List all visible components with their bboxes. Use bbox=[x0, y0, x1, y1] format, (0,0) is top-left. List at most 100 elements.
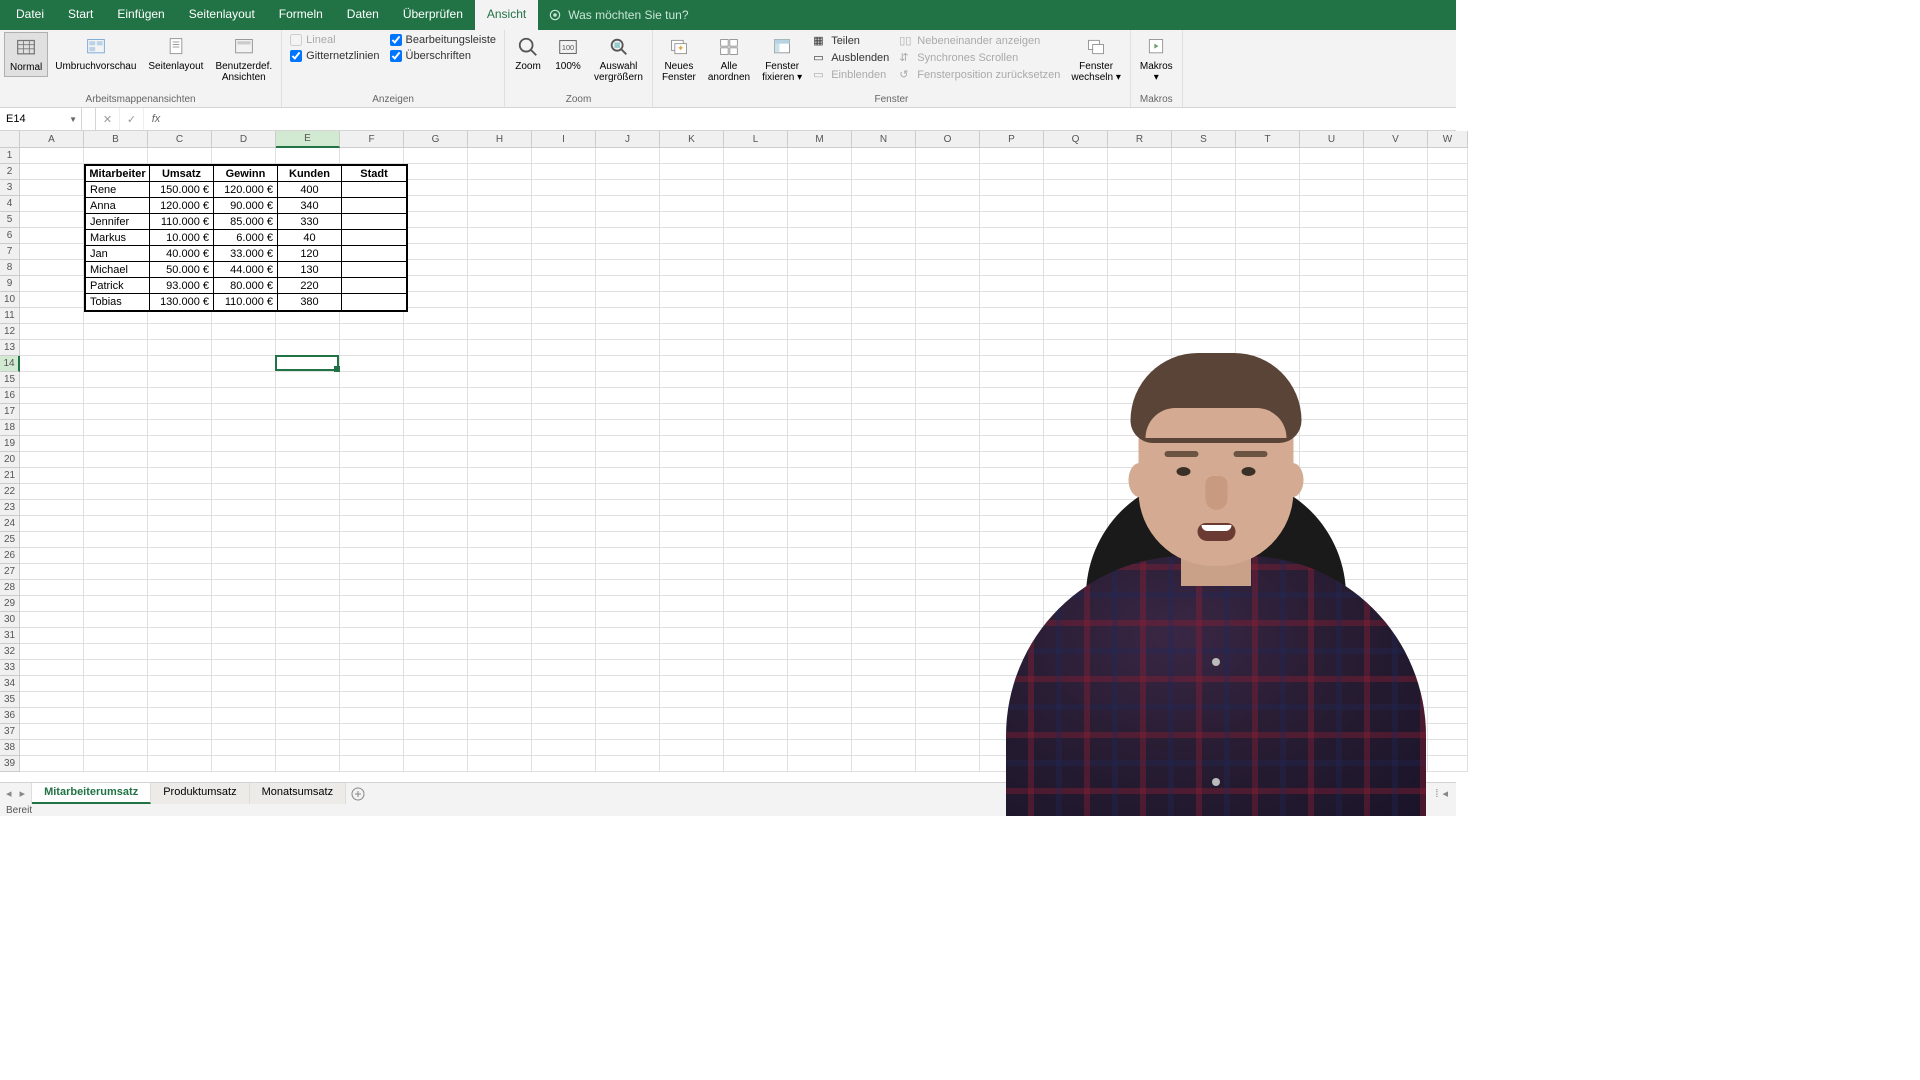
row-header[interactable]: 27 bbox=[0, 564, 20, 580]
cell[interactable] bbox=[1428, 452, 1468, 468]
cell[interactable] bbox=[1108, 356, 1172, 372]
row-header[interactable]: 22 bbox=[0, 484, 20, 500]
cell[interactable] bbox=[340, 548, 404, 564]
cell[interactable] bbox=[1428, 724, 1468, 740]
cell[interactable] bbox=[916, 260, 980, 276]
cell[interactable] bbox=[84, 692, 148, 708]
cell[interactable] bbox=[1172, 740, 1236, 756]
cell[interactable] bbox=[404, 756, 468, 772]
cell[interactable] bbox=[1300, 484, 1364, 500]
cell[interactable] bbox=[276, 436, 340, 452]
cell[interactable] bbox=[1044, 612, 1108, 628]
cell[interactable] bbox=[1172, 372, 1236, 388]
cell[interactable] bbox=[404, 420, 468, 436]
table-cell[interactable]: 50.000 € bbox=[150, 262, 214, 278]
cell[interactable] bbox=[532, 292, 596, 308]
cell[interactable] bbox=[1428, 324, 1468, 340]
cell[interactable] bbox=[596, 740, 660, 756]
cell[interactable] bbox=[468, 756, 532, 772]
cell[interactable] bbox=[148, 372, 212, 388]
cell[interactable] bbox=[1428, 372, 1468, 388]
cell[interactable] bbox=[468, 692, 532, 708]
row-headers[interactable]: 1234567891011121314151617181920212223242… bbox=[0, 148, 20, 772]
row-header[interactable]: 39 bbox=[0, 756, 20, 772]
cell[interactable] bbox=[852, 580, 916, 596]
cell[interactable] bbox=[1300, 260, 1364, 276]
cell[interactable] bbox=[724, 660, 788, 676]
cell[interactable] bbox=[916, 404, 980, 420]
cell[interactable] bbox=[20, 500, 84, 516]
cell[interactable] bbox=[532, 148, 596, 164]
cell[interactable] bbox=[1428, 164, 1468, 180]
cell[interactable] bbox=[596, 148, 660, 164]
cell[interactable] bbox=[148, 484, 212, 500]
cell[interactable] bbox=[468, 196, 532, 212]
cell[interactable] bbox=[1364, 436, 1428, 452]
cell[interactable] bbox=[404, 164, 468, 180]
cell[interactable] bbox=[596, 756, 660, 772]
cell[interactable] bbox=[404, 196, 468, 212]
cell[interactable] bbox=[1428, 756, 1468, 772]
table-cell[interactable]: 400 bbox=[278, 182, 342, 198]
cell[interactable] bbox=[852, 436, 916, 452]
cell[interactable] bbox=[916, 692, 980, 708]
cell[interactable] bbox=[596, 484, 660, 500]
cell[interactable] bbox=[788, 324, 852, 340]
cell[interactable] bbox=[20, 532, 84, 548]
cell[interactable] bbox=[596, 532, 660, 548]
sheet-tab[interactable]: Mitarbeiterumsatz bbox=[32, 783, 151, 804]
cell[interactable] bbox=[340, 564, 404, 580]
cell[interactable] bbox=[916, 676, 980, 692]
cell[interactable] bbox=[1428, 708, 1468, 724]
cell[interactable] bbox=[468, 708, 532, 724]
cell[interactable] bbox=[1300, 468, 1364, 484]
cell[interactable] bbox=[660, 276, 724, 292]
cell[interactable] bbox=[84, 500, 148, 516]
cell[interactable] bbox=[340, 612, 404, 628]
cell[interactable] bbox=[340, 420, 404, 436]
cell[interactable] bbox=[980, 388, 1044, 404]
table-cell[interactable]: 33.000 € bbox=[214, 246, 278, 262]
cell[interactable] bbox=[1364, 292, 1428, 308]
cell[interactable] bbox=[596, 548, 660, 564]
tab-start[interactable]: Start bbox=[56, 0, 105, 30]
cell[interactable] bbox=[468, 164, 532, 180]
cell[interactable] bbox=[916, 628, 980, 644]
table-cell[interactable]: Patrick bbox=[86, 278, 150, 294]
cell[interactable] bbox=[404, 580, 468, 596]
cell[interactable] bbox=[852, 548, 916, 564]
cell[interactable] bbox=[1428, 356, 1468, 372]
cell[interactable] bbox=[212, 148, 276, 164]
cell[interactable] bbox=[1108, 212, 1172, 228]
cell[interactable] bbox=[1428, 340, 1468, 356]
table-cell[interactable]: 6.000 € bbox=[214, 230, 278, 246]
cell[interactable] bbox=[660, 708, 724, 724]
cell[interactable] bbox=[1044, 740, 1108, 756]
cell[interactable] bbox=[276, 372, 340, 388]
cell[interactable] bbox=[596, 660, 660, 676]
row-header[interactable]: 21 bbox=[0, 468, 20, 484]
cell[interactable] bbox=[1364, 740, 1428, 756]
cell[interactable] bbox=[404, 452, 468, 468]
cell[interactable] bbox=[788, 500, 852, 516]
cell[interactable] bbox=[340, 708, 404, 724]
cell[interactable] bbox=[468, 372, 532, 388]
cell[interactable] bbox=[532, 708, 596, 724]
cell[interactable] bbox=[1108, 516, 1172, 532]
cell[interactable] bbox=[404, 676, 468, 692]
cell[interactable] bbox=[148, 148, 212, 164]
cell[interactable] bbox=[980, 212, 1044, 228]
cell[interactable] bbox=[148, 340, 212, 356]
cell[interactable] bbox=[916, 612, 980, 628]
cell[interactable] bbox=[596, 564, 660, 580]
cell[interactable] bbox=[1044, 532, 1108, 548]
cell[interactable] bbox=[1236, 548, 1300, 564]
cell[interactable] bbox=[532, 212, 596, 228]
cell[interactable] bbox=[1300, 372, 1364, 388]
cell[interactable] bbox=[1428, 692, 1468, 708]
cell[interactable] bbox=[596, 500, 660, 516]
cell[interactable] bbox=[1108, 468, 1172, 484]
cell[interactable] bbox=[1300, 196, 1364, 212]
cell[interactable] bbox=[276, 404, 340, 420]
cell[interactable] bbox=[1364, 596, 1428, 612]
